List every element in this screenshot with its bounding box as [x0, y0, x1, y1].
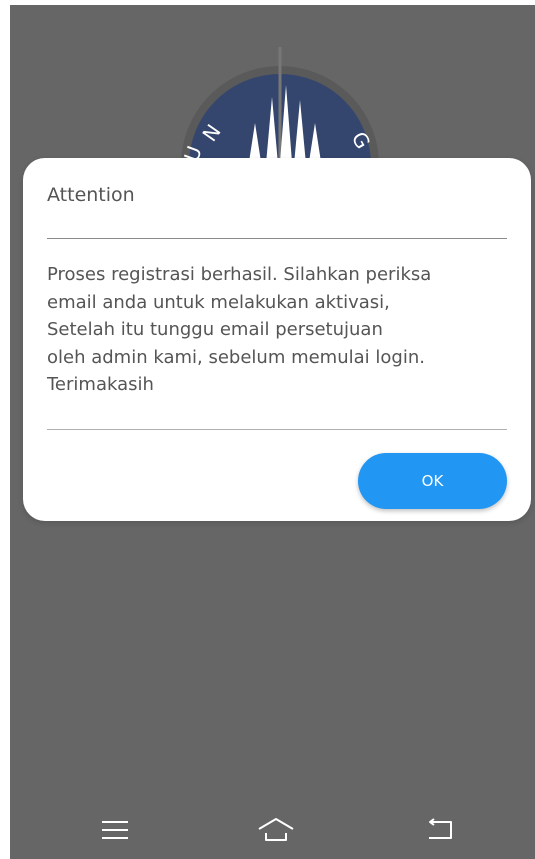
menu-button[interactable] — [95, 815, 135, 845]
menu-icon — [102, 821, 128, 839]
dialog-divider-top — [47, 238, 507, 239]
home-button[interactable] — [256, 815, 296, 845]
dialog-message: Proses registrasi berhasil. Silahkan per… — [47, 264, 432, 395]
home-icon — [258, 818, 294, 841]
university-logo-icon: U N G — [179, 47, 379, 175]
dialog-title: Attention — [47, 184, 135, 206]
ok-button[interactable]: OK — [358, 453, 507, 509]
back-icon — [429, 818, 452, 839]
system-nav-bar — [10, 801, 535, 859]
back-button[interactable] — [420, 815, 460, 845]
attention-dialog: Attention Proses registrasi berhasil. Si… — [23, 158, 531, 521]
dialog-divider-bottom — [47, 429, 507, 430]
